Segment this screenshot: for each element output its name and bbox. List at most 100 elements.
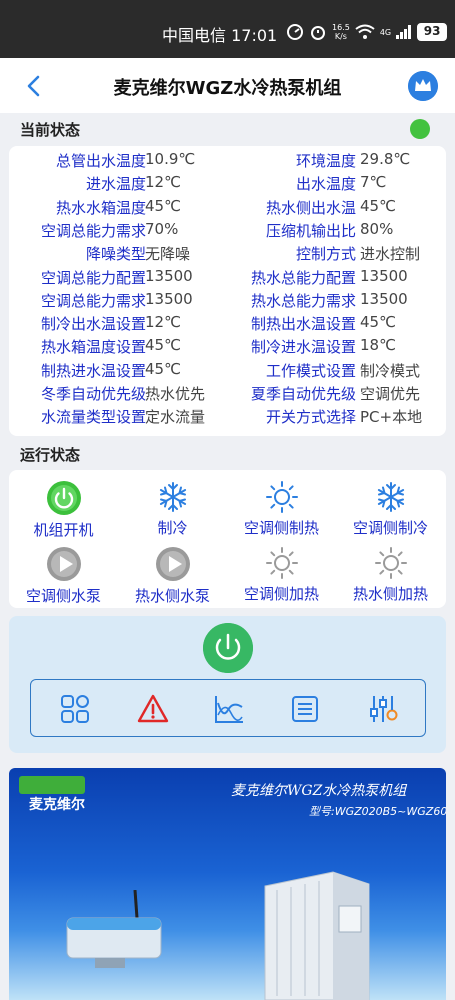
carrier-time: 中国电信 17:01 <box>162 26 278 45</box>
param-label: 空调总能力需求 <box>40 221 146 240</box>
run-status-label: 空调侧制热 <box>243 519 319 537</box>
param-value: 13500 <box>360 289 408 308</box>
gateway-device-image <box>66 890 162 968</box>
param-value: 18℃ <box>360 336 396 355</box>
sun-icon <box>227 546 336 580</box>
param-label: 水流量类型设置 <box>40 408 146 427</box>
status-row: 制热进水温设置 45℃ 工作模式设置 制冷模式 <box>9 360 446 383</box>
param-label: 制热出水温设置 <box>250 315 356 334</box>
pump-icon <box>9 546 118 582</box>
param-value: 7℃ <box>360 173 387 192</box>
wifi-icon <box>355 24 375 39</box>
power-button[interactable] <box>203 623 253 673</box>
param-label: 控制方式 <box>295 245 356 264</box>
param-value: 13500 <box>145 266 193 285</box>
brand-logo <box>19 776 85 794</box>
run-status-item: 空调侧制热 <box>227 480 336 538</box>
brand-name: 麦克维尔 <box>29 797 85 813</box>
banner-model: 型号:WGZ020B5~WGZ60B5 <box>309 805 446 818</box>
param-label: 制热进水温设置 <box>40 361 146 380</box>
function-toolbar <box>30 679 426 737</box>
param-label: 热水总能力需求 <box>250 291 356 310</box>
status-row: 制冷出水温设置 12℃ 制热出水温设置 45℃ <box>9 313 446 336</box>
param-value: 10.9℃ <box>145 150 196 168</box>
alarm-warning-icon[interactable] <box>137 693 169 725</box>
param-value: 45℃ <box>145 196 181 215</box>
curve-chart-icon[interactable] <box>213 693 245 725</box>
param-value: 29.8℃ <box>360 150 411 168</box>
param-value: 热水优先 <box>145 385 206 403</box>
param-value: 制冷模式 <box>360 361 421 380</box>
signal-icon <box>396 25 412 39</box>
online-status-indicator <box>410 119 430 139</box>
snowflake-icon <box>118 480 227 514</box>
list-icon[interactable] <box>289 693 321 725</box>
network-type: 4G <box>379 27 392 37</box>
status-row: 热水箱温度设置 45℃ 制冷进水温设置 18℃ <box>9 336 446 359</box>
grid-icon[interactable] <box>59 693 91 725</box>
heat-pump-unit-image <box>264 871 370 1000</box>
param-label: 压缩机输出比 <box>265 221 356 240</box>
net-speed: 16.5 K/s <box>332 23 350 41</box>
battery-indicator: 93 <box>417 23 448 41</box>
status-row: 空调总能力配置 13500 热水总能力配置 13500 <box>9 267 446 290</box>
snowflake-icon <box>336 480 445 514</box>
crown-icon[interactable] <box>408 71 438 101</box>
run-status-item: 制冷 <box>118 480 227 538</box>
run-status-label: 空调侧制冷 <box>352 519 428 537</box>
status-row: 热水水箱温度 45℃ 热水侧出水温 45℃ <box>9 197 446 220</box>
param-label: 热水总能力配置 <box>250 268 356 287</box>
speed-gauge-icon <box>287 24 303 40</box>
param-value: 80% <box>360 219 394 238</box>
param-label: 出水温度 <box>295 175 356 194</box>
sun-icon <box>336 546 445 580</box>
page-title: 麦克维尔WGZ水冷热泵机组 <box>113 78 342 99</box>
banner-title: 麦克维尔WGZ水冷热泵机组 <box>231 783 407 799</box>
param-value: 45℃ <box>360 313 396 332</box>
param-label: 工作模式设置 <box>265 361 356 380</box>
param-value: 进水控制 <box>360 245 421 264</box>
param-value: 45℃ <box>360 196 396 215</box>
run-status-item: 空调侧水泵 <box>9 546 118 606</box>
param-label: 制冷进水温设置 <box>250 338 356 357</box>
status-row: 总管出水温度 10.9℃ 环境温度 29.8℃ <box>9 150 446 173</box>
param-value: 定水流量 <box>145 408 206 427</box>
run-status-label: 机组开机 <box>33 521 94 539</box>
run-status-item: 空调侧制冷 <box>336 480 445 538</box>
status-row: 空调总能力需求 70% 压缩机输出比 80% <box>9 220 446 243</box>
run-status-item: 热水侧水泵 <box>118 546 227 606</box>
param-value: 无降噪 <box>145 245 191 264</box>
run-status-label: 空调侧加热 <box>243 585 319 603</box>
status-icons: 16.5 K/s 4G 93 <box>286 20 448 44</box>
param-value: 13500 <box>360 266 408 285</box>
run-status-item: 热水侧加热 <box>336 546 445 604</box>
product-banner: 麦克维尔 麦克维尔WGZ水冷热泵机组 型号:WGZ020B5~WGZ60B5 <box>9 768 446 1000</box>
status-row: 降噪类型 无降噪 控制方式 进水控制 <box>9 243 446 266</box>
run-status-heading: 运行状态 <box>20 446 81 464</box>
current-status-card: 总管出水温度 10.9℃ 环境温度 29.8℃ 进水温度 12℃ 出水温度 7℃ 热水水箱温度 4… <box>9 146 446 436</box>
app-header: 麦克维尔WGZ水冷热泵机组 <box>0 58 455 113</box>
status-row: 空调总能力需求 13500 热水总能力需求 13500 <box>9 290 446 313</box>
run-status-item: 机组开机 <box>9 480 118 540</box>
run-status-label: 热水侧水泵 <box>134 587 210 605</box>
settings-sliders-icon[interactable] <box>367 693 399 725</box>
pump-icon <box>118 546 227 582</box>
param-label: 开关方式选择 <box>265 408 356 427</box>
param-value: 70% <box>145 219 179 238</box>
param-value: 空调优先 <box>360 385 421 403</box>
param-label: 冬季自动优先级 <box>40 385 146 403</box>
power-on-icon <box>9 480 118 516</box>
param-value: 12℃ <box>145 173 181 192</box>
param-label: 热水箱温度设置 <box>40 338 146 357</box>
param-label: 环境温度 <box>295 152 356 170</box>
param-value: PC+本地 <box>360 408 423 427</box>
run-status-card: 机组开机 制冷 空调侧制热 空调侧制冷空调侧水泵 热水侧水泵 空调侧加热 热水侧加热 <box>9 470 446 608</box>
status-row: 水流量类型设置 定水流量 开关方式选择 PC+本地 <box>9 406 446 429</box>
current-status-heading: 当前状态 <box>20 121 81 139</box>
run-status-label: 热水侧加热 <box>352 585 428 603</box>
param-value: 45℃ <box>145 336 181 355</box>
alarm-clock-icon <box>311 26 325 40</box>
param-value: 13500 <box>145 289 193 308</box>
param-label: 空调总能力需求 <box>40 291 146 310</box>
param-label: 降噪类型 <box>85 245 146 264</box>
